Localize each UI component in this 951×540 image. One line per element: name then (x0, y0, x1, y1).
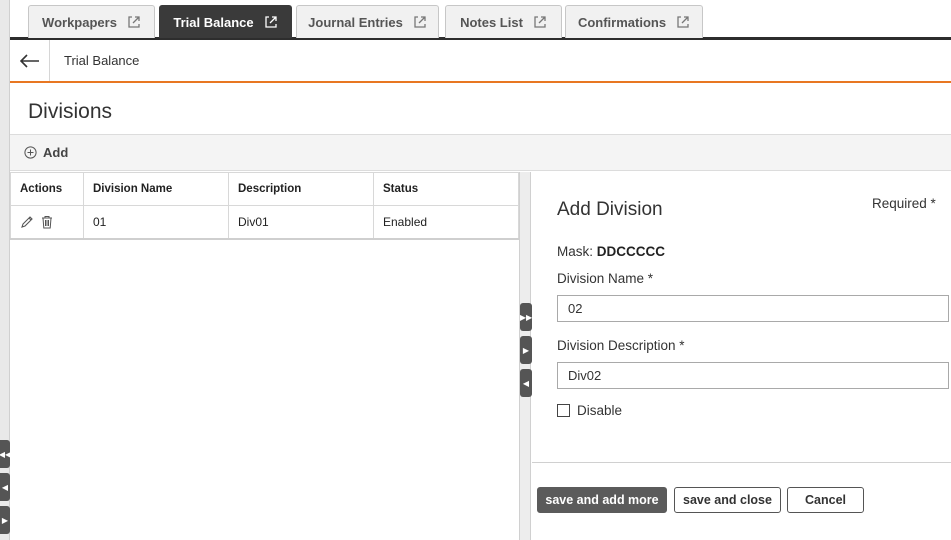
division-description-input[interactable] (557, 362, 949, 389)
column-header-status[interactable]: Status (373, 172, 519, 206)
add-division-button[interactable]: Add (24, 145, 68, 160)
left-collapse-gutter: ◀◀ ◀ ▶ (0, 0, 11, 540)
save-and-close-button[interactable]: save and close (674, 487, 781, 513)
tab-label: Workpapers (42, 14, 117, 30)
mask-value: DDCCCCC (596, 244, 666, 259)
chevron-right-icon[interactable]: ▶ (0, 506, 10, 534)
add-division-panel: Add Division Required * Mask: DDCCCCC Di… (532, 172, 951, 540)
column-header-description[interactable]: Description (228, 172, 374, 206)
save-and-add-more-button[interactable]: save and add more (537, 487, 667, 513)
tab-bar: Workpapers Trial Balance Journal Entries… (10, 0, 951, 40)
tab-journal-entries[interactable]: Journal Entries (296, 5, 439, 38)
panel-splitter[interactable]: ▶▶ ▶ ◀ (519, 172, 532, 540)
cell-description: Div01 (228, 205, 374, 239)
external-link-icon (264, 16, 277, 28)
plus-circle-icon (24, 146, 37, 159)
form-title: Add Division (557, 199, 663, 220)
breadcrumb-header: Trial Balance (10, 40, 951, 83)
double-chevron-left-icon[interactable]: ◀◀ (0, 440, 11, 468)
disable-checkbox[interactable]: Disable (557, 403, 622, 418)
page-title: Divisions (28, 100, 113, 123)
back-button[interactable] (10, 40, 50, 81)
table-header-row: Actions Division Name Description Status (10, 172, 519, 206)
arrow-left-icon (19, 53, 39, 68)
division-name-label: Division Name * (557, 271, 654, 286)
add-label: Add (43, 145, 69, 160)
table-row[interactable]: 01 Div01 Enabled (10, 205, 519, 239)
external-link-icon (128, 16, 140, 28)
mask-text: Mask: DDCCCCC (557, 244, 665, 259)
tab-workpapers[interactable]: Workpapers (28, 5, 155, 38)
tab-confirmations[interactable]: Confirmations (565, 5, 703, 38)
cell-status: Enabled (373, 205, 519, 239)
tab-trial-balance[interactable]: Trial Balance (159, 5, 292, 38)
mask-label: Mask: (557, 244, 594, 259)
cancel-button[interactable]: Cancel (787, 487, 864, 513)
trash-icon[interactable] (40, 215, 54, 229)
disable-label: Disable (577, 403, 623, 418)
double-chevron-right-icon[interactable]: ▶▶ (520, 303, 532, 331)
breadcrumb-title: Trial Balance (64, 53, 140, 68)
row-actions (10, 205, 84, 239)
grid-toolbar: Add (10, 134, 951, 171)
tab-label: Trial Balance (173, 14, 254, 30)
tab-notes-list[interactable]: Notes List (445, 5, 562, 38)
division-name-input[interactable] (557, 295, 949, 322)
tab-label: Confirmations (577, 14, 667, 30)
chevron-right-icon[interactable]: ▶ (520, 336, 532, 364)
cell-division-name: 01 (83, 205, 229, 239)
tab-label: Journal Entries (308, 14, 403, 30)
checkbox-square[interactable] (557, 404, 570, 417)
pencil-icon[interactable] (20, 215, 34, 229)
column-header-division-name[interactable]: Division Name (83, 172, 229, 206)
chevron-left-icon[interactable]: ◀ (520, 369, 532, 397)
column-header-actions[interactable]: Actions (10, 172, 84, 206)
chevron-left-icon[interactable]: ◀ (0, 473, 10, 501)
external-link-icon (534, 16, 546, 28)
external-link-icon (414, 16, 426, 28)
tab-label: Notes List (460, 14, 523, 30)
external-link-icon (677, 16, 689, 28)
divisions-table: Actions Division Name Description Status… (10, 172, 519, 240)
required-note: Required * (872, 196, 936, 211)
division-description-label: Division Description * (557, 338, 685, 353)
form-footer: save and add more save and close Cancel (532, 462, 951, 540)
